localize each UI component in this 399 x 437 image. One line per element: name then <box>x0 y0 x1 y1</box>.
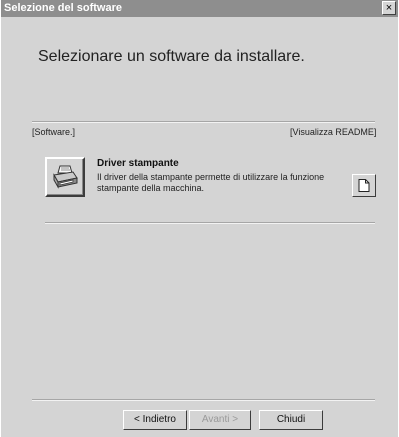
next-button[interactable]: Avanti > <box>189 410 251 430</box>
page-heading: Selezionare un software da installare. <box>38 48 305 65</box>
window-title: Selezione del software <box>4 2 122 14</box>
document-icon <box>358 179 370 192</box>
header-divider <box>32 121 375 123</box>
install-driver-button[interactable] <box>45 157 85 197</box>
software-column-label: [Software.] <box>32 127 76 137</box>
readme-column-label: [Visualizza README] <box>290 127 377 137</box>
item-divider <box>45 222 375 224</box>
footer-divider <box>32 399 375 401</box>
next-button-label: Avanti > <box>201 414 239 425</box>
view-readme-button[interactable] <box>352 174 376 197</box>
setup-dialog: Selezione del software × Selezionare un … <box>1 0 398 437</box>
close-button[interactable]: Chiudi <box>259 410 323 430</box>
back-button[interactable]: < Indietro <box>123 410 187 430</box>
title-bar[interactable]: Selezione del software × <box>1 0 398 17</box>
software-title: Driver stampante <box>97 158 179 169</box>
printer-icon <box>53 165 78 189</box>
software-description: Il driver della stampante permette di ut… <box>97 172 325 193</box>
close-window-button[interactable]: × <box>382 1 396 15</box>
